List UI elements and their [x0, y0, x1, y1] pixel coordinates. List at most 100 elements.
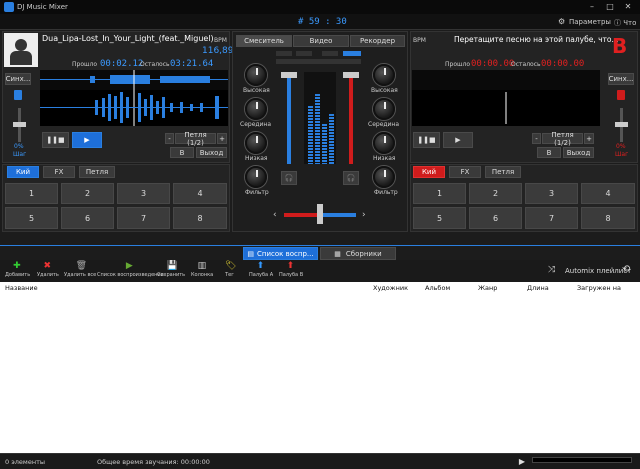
- pad-a-4[interactable]: 4: [173, 183, 227, 204]
- knob-low-b-label: Низкая: [373, 155, 396, 162]
- close-button[interactable]: ✕: [622, 2, 634, 11]
- knob-low-a[interactable]: [245, 132, 267, 154]
- sync-button-b[interactable]: Синх...: [608, 73, 634, 85]
- crossfader-track-a[interactable]: [284, 213, 320, 217]
- minimize-button[interactable]: –: [586, 2, 598, 11]
- pad-b-8[interactable]: 8: [581, 207, 635, 229]
- deck-b-load-button[interactable]: ⬆ Палуба B: [279, 262, 303, 279]
- knob-low-b[interactable]: [373, 132, 395, 154]
- knob-high-b[interactable]: [373, 64, 395, 86]
- repeat-icon[interactable]: ⟲: [622, 264, 630, 275]
- headphones-b-icon[interactable]: 🎧: [343, 171, 359, 185]
- pad-a-3[interactable]: 3: [117, 183, 170, 204]
- help-button[interactable]: ⓘ Что: [614, 18, 636, 28]
- tab-video[interactable]: Видео: [293, 35, 349, 47]
- pause-stop-button[interactable]: ❚❚■: [42, 132, 69, 148]
- tab-loop-b[interactable]: Петля: [485, 166, 521, 178]
- tab-loop-a[interactable]: Петля: [79, 166, 115, 178]
- crossfader-handle[interactable]: [317, 204, 323, 224]
- preview-progress[interactable]: [532, 457, 632, 463]
- tab-fx-a[interactable]: FX: [43, 166, 75, 178]
- tab-mixer[interactable]: Смеситель: [236, 35, 292, 47]
- step-label: Шаг: [13, 151, 27, 158]
- knob-mid-b[interactable]: [373, 98, 395, 120]
- loop-b-button-b[interactable]: B: [537, 147, 561, 158]
- loop-size-button[interactable]: Петля (1/2): [175, 131, 216, 147]
- pad-b-7[interactable]: 7: [525, 207, 578, 229]
- col-album[interactable]: Альбом: [425, 284, 450, 292]
- tab-playlist[interactable]: ▤ Список воспр...: [243, 247, 318, 260]
- volume-fader-b-track[interactable]: [349, 72, 353, 164]
- pad-a-8[interactable]: 8: [173, 207, 227, 229]
- crossfader-right-icon[interactable]: ›: [362, 210, 366, 220]
- loop-minus-button-b[interactable]: -: [532, 133, 541, 144]
- remove-all-button[interactable]: 🗑 Удалить все: [64, 262, 96, 279]
- remove-button[interactable]: ✖ Удалить: [37, 262, 59, 279]
- knob-filter-b[interactable]: [373, 166, 395, 188]
- pitch-slider-handle[interactable]: [13, 122, 26, 127]
- sync-button[interactable]: Синх...: [5, 73, 31, 85]
- pad-a-1[interactable]: 1: [5, 183, 58, 204]
- save-button[interactable]: 💾 Сохранить: [157, 262, 185, 279]
- play-button-b[interactable]: ▶: [443, 132, 473, 148]
- pad-b-3[interactable]: 3: [525, 183, 578, 204]
- lock-icon-b[interactable]: [617, 90, 625, 100]
- track-list[interactable]: [0, 293, 640, 453]
- knob-mid-a[interactable]: [245, 98, 267, 120]
- pad-b-6[interactable]: 6: [469, 207, 522, 229]
- pad-a-5[interactable]: 5: [5, 207, 58, 229]
- pad-b-2[interactable]: 2: [469, 183, 522, 204]
- pad-a-7[interactable]: 7: [117, 207, 170, 229]
- tab-collections[interactable]: ▦ Сборники: [320, 247, 396, 260]
- loop-size-button-b[interactable]: Петля (1/2): [542, 131, 583, 147]
- waveform-deck-a[interactable]: [40, 70, 228, 126]
- col-genre[interactable]: Жанр: [478, 284, 497, 292]
- pad-b-1[interactable]: 1: [413, 183, 466, 204]
- tag-button[interactable]: 🏷 Тег: [225, 261, 237, 279]
- headphones-a-icon[interactable]: 🎧: [281, 171, 297, 185]
- playlist-button[interactable]: ▶ Список воспроизведения: [97, 262, 164, 279]
- column-button[interactable]: ▥ Колонка: [191, 262, 213, 279]
- loop-minus-button[interactable]: -: [165, 133, 174, 144]
- play-preview-button[interactable]: ▶: [515, 455, 529, 467]
- bpm-value: 116,89: [202, 46, 234, 56]
- settings-button[interactable]: Параметры: [569, 18, 611, 26]
- elapsed-time-b: 00:00.00: [471, 59, 515, 69]
- loop-exit-button[interactable]: Выход: [196, 147, 227, 158]
- col-loaded[interactable]: Загружен на: [577, 284, 621, 292]
- tag-icon: 🏷: [225, 261, 237, 271]
- volume-fader-b-handle[interactable]: [343, 72, 359, 78]
- play-button[interactable]: ▶: [72, 132, 102, 148]
- col-length[interactable]: Длина: [527, 284, 549, 292]
- waveform-deck-b[interactable]: [412, 70, 600, 126]
- tab-fx-b[interactable]: FX: [449, 166, 481, 178]
- indicator-a-1: [276, 51, 292, 56]
- pad-b-4[interactable]: 4: [581, 183, 635, 204]
- col-artist[interactable]: Художник: [373, 284, 408, 292]
- pitch-slider-handle-b[interactable]: [615, 122, 628, 127]
- crossfader-track-b[interactable]: [320, 213, 356, 217]
- loop-b-button[interactable]: B: [170, 147, 194, 158]
- pause-stop-button-b[interactable]: ❚❚■: [413, 132, 440, 148]
- loop-plus-button-b[interactable]: +: [584, 133, 594, 144]
- volume-fader-a-track[interactable]: [287, 72, 291, 164]
- pad-b-5[interactable]: 5: [413, 207, 466, 229]
- pad-a-6[interactable]: 6: [61, 207, 114, 229]
- knob-filter-a[interactable]: [245, 166, 267, 188]
- loop-exit-button-b[interactable]: Выход: [563, 147, 594, 158]
- gear-icon[interactable]: ⚙: [558, 17, 565, 26]
- crossfader-left-icon[interactable]: ‹: [273, 210, 277, 220]
- deck-a-load-button[interactable]: ⬆ Палуба A: [249, 262, 273, 279]
- maximize-button[interactable]: □: [604, 2, 616, 11]
- loop-plus-button[interactable]: +: [217, 133, 227, 144]
- shuffle-icon[interactable]: ⤨: [548, 265, 555, 275]
- pad-a-2[interactable]: 2: [61, 183, 114, 204]
- tab-recorder[interactable]: Рекордер: [350, 35, 405, 47]
- tab-cue-b[interactable]: Кий: [413, 166, 445, 178]
- col-title[interactable]: Название: [5, 284, 38, 292]
- lock-icon[interactable]: [14, 90, 22, 100]
- add-button[interactable]: ✚ Добавить: [5, 262, 30, 279]
- tab-cue-a[interactable]: Кий: [7, 166, 39, 178]
- volume-fader-a-handle[interactable]: [281, 72, 297, 78]
- knob-high-a[interactable]: [245, 64, 267, 86]
